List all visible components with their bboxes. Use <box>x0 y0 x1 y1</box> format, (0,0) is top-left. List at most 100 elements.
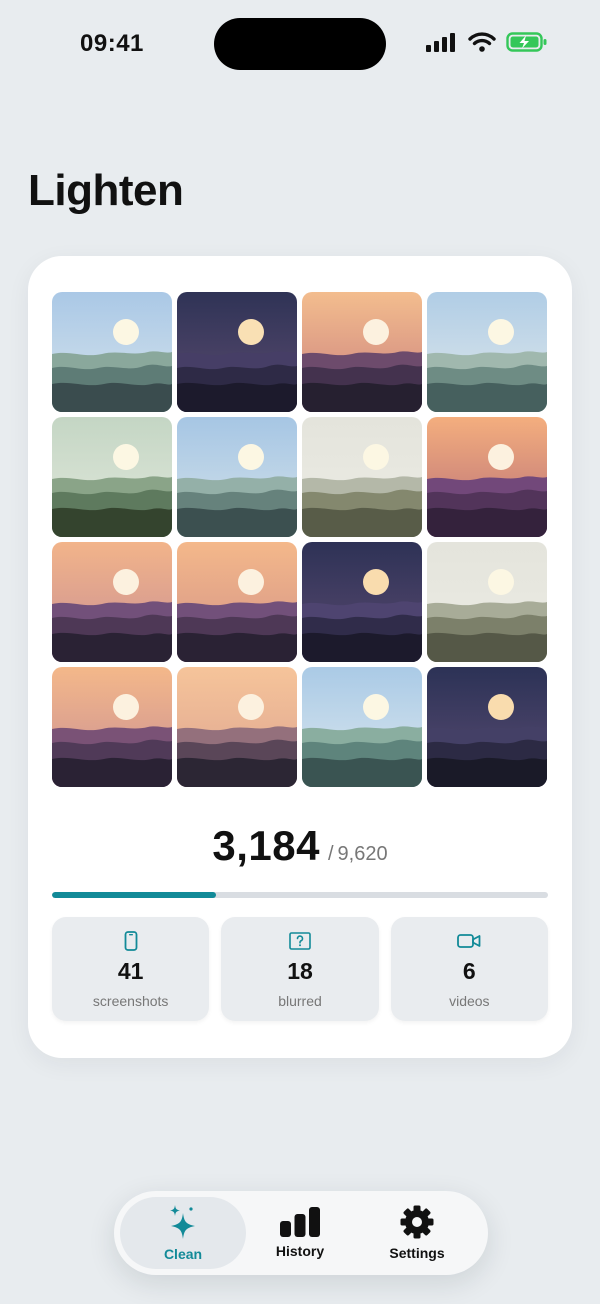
mountain-ridge <box>302 382 422 412</box>
landscape-image <box>177 417 297 537</box>
stat-screenshots[interactable]: 41 screenshots <box>52 917 210 1021</box>
tab-clean[interactable]: Clean <box>120 1197 246 1269</box>
cellular-signal-icon <box>426 33 455 52</box>
gear-icon <box>400 1205 434 1239</box>
stat-blurred[interactable]: 18 blurred <box>221 917 379 1021</box>
sun <box>488 569 514 595</box>
count-separator: / <box>327 843 334 865</box>
photo-thumbnail[interactable] <box>177 667 297 787</box>
landscape-image <box>52 417 172 537</box>
phone-icon <box>124 930 138 952</box>
mountain-ridge <box>427 507 547 537</box>
sun <box>238 694 264 720</box>
sun <box>113 569 139 595</box>
stat-label: blurred <box>278 992 322 1009</box>
photo-thumbnail[interactable] <box>52 542 172 662</box>
photo-thumbnail[interactable] <box>302 292 422 412</box>
sun <box>113 694 139 720</box>
battery-charging-icon <box>506 32 547 52</box>
landscape-image <box>177 667 297 787</box>
tab-history[interactable]: History <box>238 1197 362 1269</box>
mountain-ridge <box>302 757 422 787</box>
stat-label: screenshots <box>92 992 169 1009</box>
progress-fill <box>52 892 217 898</box>
mountain-ridge <box>427 632 547 662</box>
photo-thumbnail[interactable] <box>427 417 547 537</box>
photo-thumbnail[interactable] <box>427 292 547 412</box>
sun <box>363 319 389 345</box>
mountain-ridge <box>177 507 297 537</box>
photo-thumbnail[interactable] <box>52 417 172 537</box>
progress-bar <box>52 892 548 898</box>
sparkles-icon <box>170 1205 195 1239</box>
photo-thumbnail[interactable] <box>427 667 547 787</box>
stat-label: videos <box>449 992 490 1009</box>
stats-row: 41 screenshots 18 blurred 6 videos <box>52 917 548 1021</box>
stat-value: 41 <box>117 957 144 984</box>
mountain-ridge <box>52 382 172 412</box>
stat-value: 18 <box>287 957 313 984</box>
sun <box>488 444 514 470</box>
tab-bar: Clean History Settings <box>114 1191 488 1275</box>
photo-thumbnail[interactable] <box>52 292 172 412</box>
mountain-ridge <box>52 632 172 662</box>
stat-videos[interactable]: 6 videos <box>390 917 548 1021</box>
wifi-icon <box>468 32 496 52</box>
tab-label: Settings <box>389 1245 445 1261</box>
status-bar: 09:41 <box>0 0 600 90</box>
landscape-image <box>302 542 422 662</box>
landscape-image <box>302 417 422 537</box>
mountain-ridge <box>427 757 547 787</box>
blurred-question-icon <box>289 930 311 952</box>
processed-count: 3,184 <box>212 822 320 869</box>
sun <box>488 694 514 720</box>
mountain-ridge <box>302 507 422 537</box>
photo-thumbnail[interactable] <box>177 542 297 662</box>
tab-settings[interactable]: Settings <box>354 1197 480 1269</box>
landscape-image <box>52 542 172 662</box>
landscape-image <box>177 542 297 662</box>
landscape-image <box>52 292 172 412</box>
landscape-image <box>427 542 547 662</box>
tab-label: History <box>275 1243 325 1259</box>
progress-count: 3,184 /9,620 <box>28 822 572 870</box>
photo-thumbnail[interactable] <box>177 417 297 537</box>
sun <box>363 444 389 470</box>
stat-value: 6 <box>462 957 476 984</box>
mountain-ridge <box>427 382 547 412</box>
photo-thumbnail[interactable] <box>302 542 422 662</box>
landscape-image <box>177 292 297 412</box>
photo-thumbnail[interactable] <box>52 667 172 787</box>
video-camera-icon <box>457 930 481 952</box>
sun <box>238 444 264 470</box>
landscape-image <box>52 667 172 787</box>
mountain-ridge <box>302 632 422 662</box>
dynamic-island <box>214 18 386 70</box>
landscape-image <box>427 292 547 412</box>
photo-thumbnail[interactable] <box>302 417 422 537</box>
landscape-image <box>302 292 422 412</box>
mountain-ridge <box>52 757 172 787</box>
status-icons <box>426 32 548 52</box>
mountain-ridge <box>177 757 297 787</box>
photo-thumbnail[interactable] <box>177 292 297 412</box>
tab-label: Clean <box>163 1246 203 1262</box>
mountain-ridge <box>177 382 297 412</box>
sun <box>238 319 264 345</box>
photo-grid <box>52 292 547 787</box>
page-title: Lighten <box>28 166 184 215</box>
mountain-ridge <box>177 632 297 662</box>
landscape-image <box>427 417 547 537</box>
sun <box>363 569 389 595</box>
landscape-image <box>427 667 547 787</box>
landscape-image <box>302 667 422 787</box>
sun <box>113 444 139 470</box>
photo-thumbnail[interactable] <box>427 542 547 662</box>
bar-chart-icon <box>280 1207 320 1237</box>
sun <box>488 319 514 345</box>
total-count: 9,620 <box>337 843 388 865</box>
cleanup-card: 3,184 /9,620 41 screenshots 18 blurred 6 … <box>28 256 572 1058</box>
photo-thumbnail[interactable] <box>302 667 422 787</box>
status-time: 09:41 <box>80 30 144 57</box>
sun <box>113 319 139 345</box>
